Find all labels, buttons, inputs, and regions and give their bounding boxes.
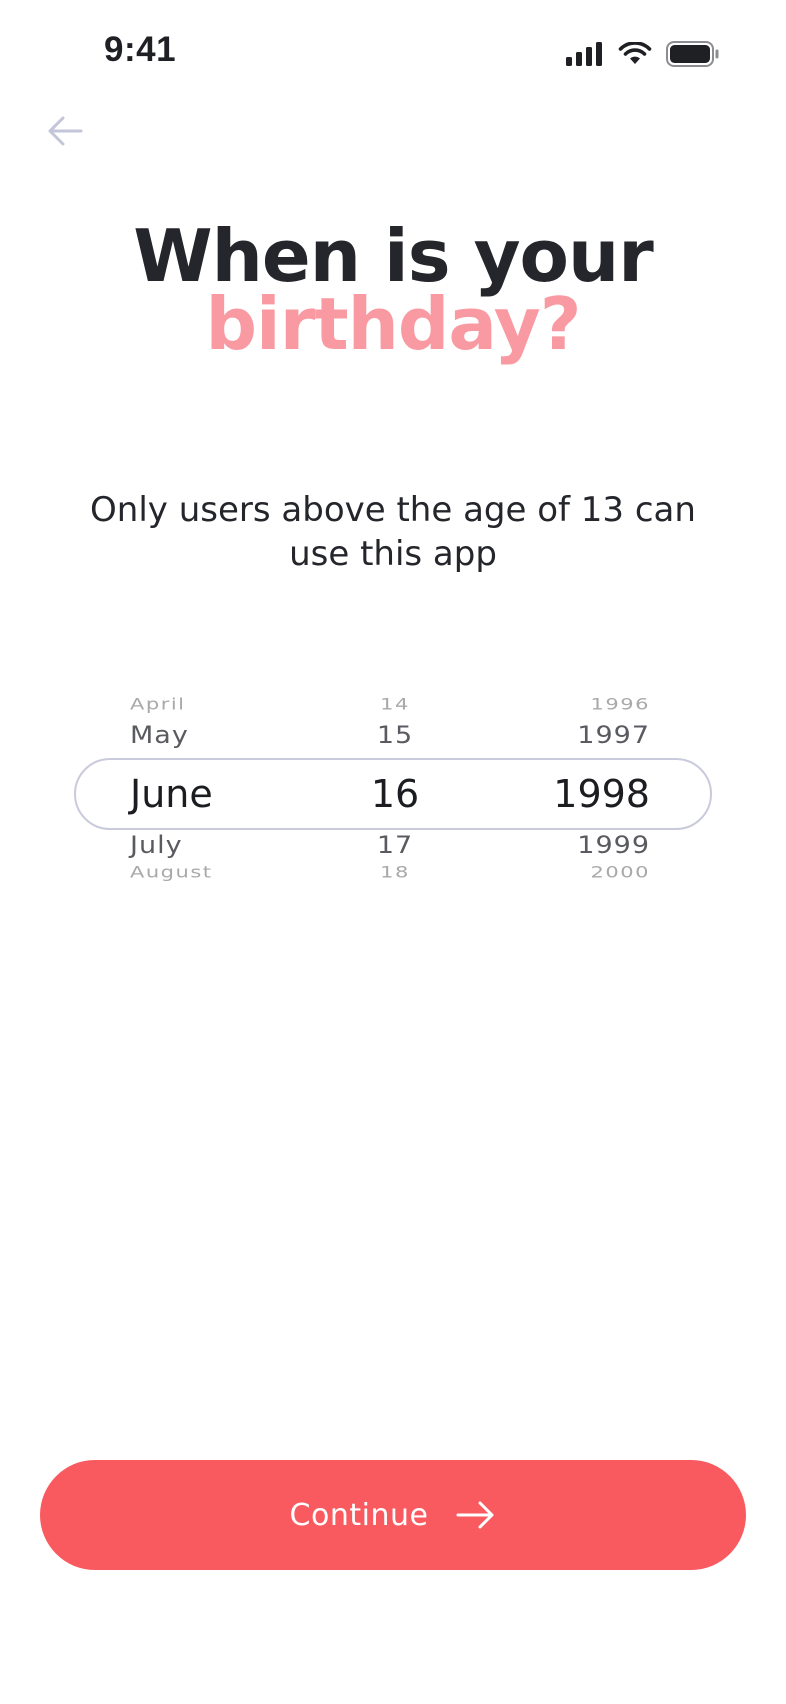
picker-month-option[interactable]: April (130, 695, 186, 713)
picker-day-option[interactable]: 17 (340, 832, 450, 859)
status-icons (566, 40, 720, 68)
birthday-picker[interactable]: April 14 1996 May 15 1997 June 16 1998 J… (0, 680, 786, 910)
picker-year-option[interactable]: 1996 (520, 695, 650, 713)
picker-year-option[interactable]: 2000 (520, 863, 650, 881)
selected-month[interactable]: June (130, 772, 213, 816)
page-title: When is your birthday? (0, 214, 786, 366)
cellular-signal-icon (566, 42, 602, 66)
picker-year-option[interactable]: 1997 (520, 722, 650, 749)
wifi-icon (618, 42, 652, 64)
status-bar: 9:41 (0, 0, 786, 100)
picker-month-option[interactable]: July (130, 832, 183, 859)
picker-day-option[interactable]: 18 (340, 863, 450, 881)
arrow-right-icon (456, 1501, 494, 1529)
back-button[interactable] (40, 108, 90, 154)
title-line-2: birthday? (205, 282, 581, 366)
age-requirement-text: Only users above the age of 13 can use t… (90, 490, 696, 574)
status-time: 9:41 (104, 30, 177, 69)
selected-day[interactable]: 16 (340, 772, 450, 816)
continue-label: Continue (289, 1497, 429, 1533)
title-line-1: When is your (133, 214, 654, 298)
picker-month-option[interactable]: May (130, 722, 189, 749)
picker-day-option[interactable]: 15 (340, 722, 450, 749)
picker-day-option[interactable]: 14 (340, 695, 450, 713)
picker-month-option[interactable]: August (130, 863, 213, 881)
selected-year[interactable]: 1998 (520, 772, 650, 816)
battery-icon (666, 41, 719, 67)
continue-button[interactable]: Continue (40, 1460, 746, 1570)
picker-year-option[interactable]: 1999 (520, 832, 650, 859)
arrow-left-icon (48, 116, 83, 146)
